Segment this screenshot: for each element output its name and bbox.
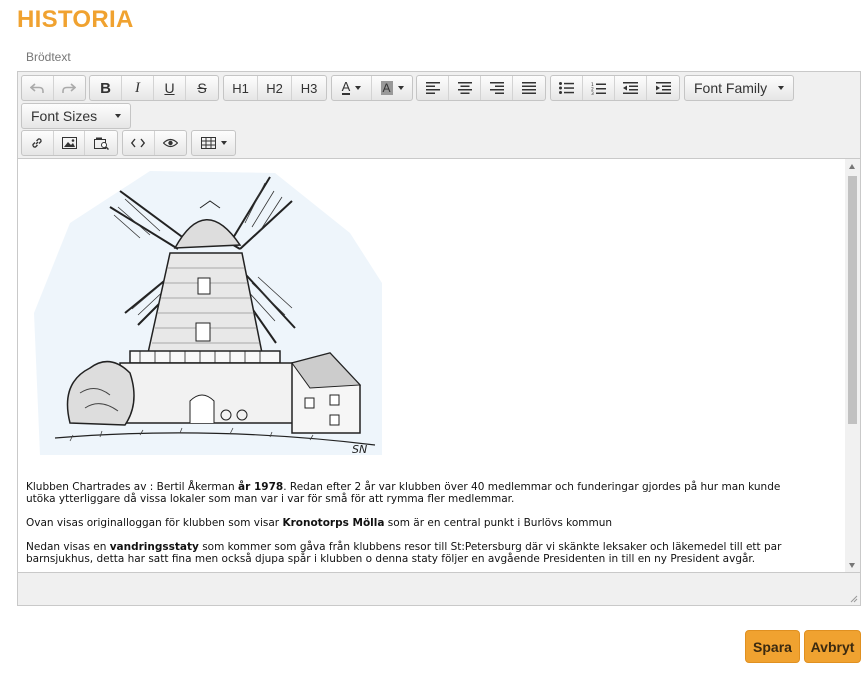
link-button[interactable]: [22, 131, 54, 155]
editor-statusbar: [18, 572, 860, 605]
preview-button[interactable]: [155, 131, 186, 155]
editor-scrollbar[interactable]: [845, 159, 860, 573]
h2-button[interactable]: H2: [258, 76, 292, 100]
undo-icon: [30, 83, 45, 93]
font-family-label: Font Family: [694, 80, 768, 96]
table-icon: [200, 137, 216, 149]
background-color-icon: A: [380, 81, 393, 95]
redo-icon: [62, 83, 77, 93]
editor-content[interactable]: SN Klubben Chartrades av : Bertil Åkerma…: [18, 159, 846, 573]
numbered-list-icon: 123: [591, 82, 606, 95]
align-group: [416, 75, 546, 101]
svg-text:3: 3: [591, 91, 594, 95]
font-family-dropdown[interactable]: Font Family: [684, 75, 794, 101]
save-button[interactable]: Spara: [745, 630, 800, 663]
indent-icon: [655, 82, 671, 94]
resize-handle-icon[interactable]: [848, 593, 858, 603]
scroll-down-icon[interactable]: [849, 563, 855, 568]
italic-button[interactable]: I: [122, 76, 154, 100]
field-label: Brödtext: [26, 50, 71, 64]
p1-bold-year: år 1978: [238, 481, 284, 493]
outdent-button[interactable]: [615, 76, 647, 100]
paragraph-1: Klubben Chartrades av : Bertil Åkerman å…: [26, 481, 780, 505]
p2-bold-name: Kronotorps Mölla: [282, 517, 385, 529]
text-color-button[interactable]: A: [332, 76, 373, 100]
p1-text-a: Klubben Chartrades av : Bertil Åkerman: [26, 481, 239, 493]
history-group: [21, 75, 86, 101]
align-left-button[interactable]: [417, 76, 449, 100]
scrollbar-thumb[interactable]: [848, 176, 857, 424]
numbered-list-button[interactable]: 123: [583, 76, 615, 100]
font-sizes-dropdown[interactable]: Font Sizes: [21, 103, 131, 129]
bold-button[interactable]: B: [90, 76, 122, 100]
background-color-button[interactable]: A: [372, 76, 412, 100]
heading-group: H1 H2 H3: [223, 75, 327, 101]
justify-icon: [522, 82, 536, 94]
table-group: [191, 130, 236, 156]
color-group: A A: [331, 75, 413, 101]
outdent-icon: [623, 82, 638, 94]
paragraph-2: Ovan visas originalloggan för klubben so…: [26, 517, 612, 529]
chevron-down-icon: [778, 86, 784, 90]
svg-text:SN: SN: [352, 443, 367, 456]
align-right-button[interactable]: [481, 76, 513, 100]
image-icon: [61, 137, 77, 149]
text-color-icon: A: [341, 79, 351, 95]
h3-button[interactable]: H3: [292, 76, 326, 100]
chevron-down-icon: [220, 141, 227, 145]
h1-button[interactable]: H1: [224, 76, 258, 100]
insert-group: [21, 130, 118, 156]
media-browser-icon: [93, 137, 109, 150]
scroll-up-icon[interactable]: [849, 164, 855, 169]
p3-text-c: som kommer som gåva från klubbens resor …: [198, 541, 782, 553]
bullet-list-icon: [559, 82, 574, 94]
table-button[interactable]: [192, 131, 235, 155]
p3-text-a: Nedan visas en: [26, 541, 110, 553]
font-sizes-label: Font Sizes: [31, 108, 98, 124]
align-left-icon: [425, 82, 440, 94]
p3-text-d: barnsjukhus, detta har satt fina men ock…: [26, 553, 756, 565]
font-family-dropdown-inner: Font Family: [685, 76, 793, 100]
indent-button[interactable]: [647, 76, 679, 100]
undo-button[interactable]: [22, 76, 54, 100]
cancel-button[interactable]: Avbryt: [804, 630, 861, 663]
text-style-group: B I U S: [89, 75, 219, 101]
strikethrough-button[interactable]: S: [186, 76, 218, 100]
editor-toolbar: B I U S H1 H2 H3 A A 1 2 3 Font Family F…: [18, 72, 860, 159]
p2-text-a: Ovan visas originalloggan för klubben so…: [26, 517, 283, 529]
align-center-icon: [457, 82, 472, 94]
media-browser-button[interactable]: [85, 131, 117, 155]
image-button[interactable]: [54, 131, 86, 155]
p2-text-c: som är en central punkt i Burlövs kommun: [384, 517, 613, 529]
p3-bold-statue: vandringsstaty: [109, 541, 199, 553]
font-sizes-dropdown-inner: Font Sizes: [22, 104, 130, 128]
redo-button[interactable]: [54, 76, 85, 100]
chevron-down-icon: [115, 114, 121, 118]
view-group: [122, 130, 187, 156]
link-icon: [32, 138, 43, 148]
code-icon: [131, 138, 146, 148]
eye-icon: [162, 138, 178, 148]
windmill-sketch-image: SN: [34, 171, 382, 456]
p1-text-d: utöka ytterliggare då vissa lokaler som …: [26, 493, 515, 505]
underline-button[interactable]: U: [154, 76, 186, 100]
align-center-button[interactable]: [449, 76, 481, 100]
code-view-button[interactable]: [123, 131, 155, 155]
list-group: 123: [550, 75, 680, 101]
paragraph-3: Nedan visas en vandringsstaty som kommer…: [26, 541, 781, 565]
p1-text-c: . Redan efter 2 år var klubben över 40 m…: [283, 481, 781, 493]
rich-text-editor: B I U S H1 H2 H3 A A 1 2 3 Font Family F…: [17, 71, 861, 606]
page-title: HISTORIA: [17, 6, 134, 33]
justify-button[interactable]: [513, 76, 545, 100]
align-right-icon: [489, 82, 504, 94]
bullet-list-button[interactable]: [551, 76, 583, 100]
